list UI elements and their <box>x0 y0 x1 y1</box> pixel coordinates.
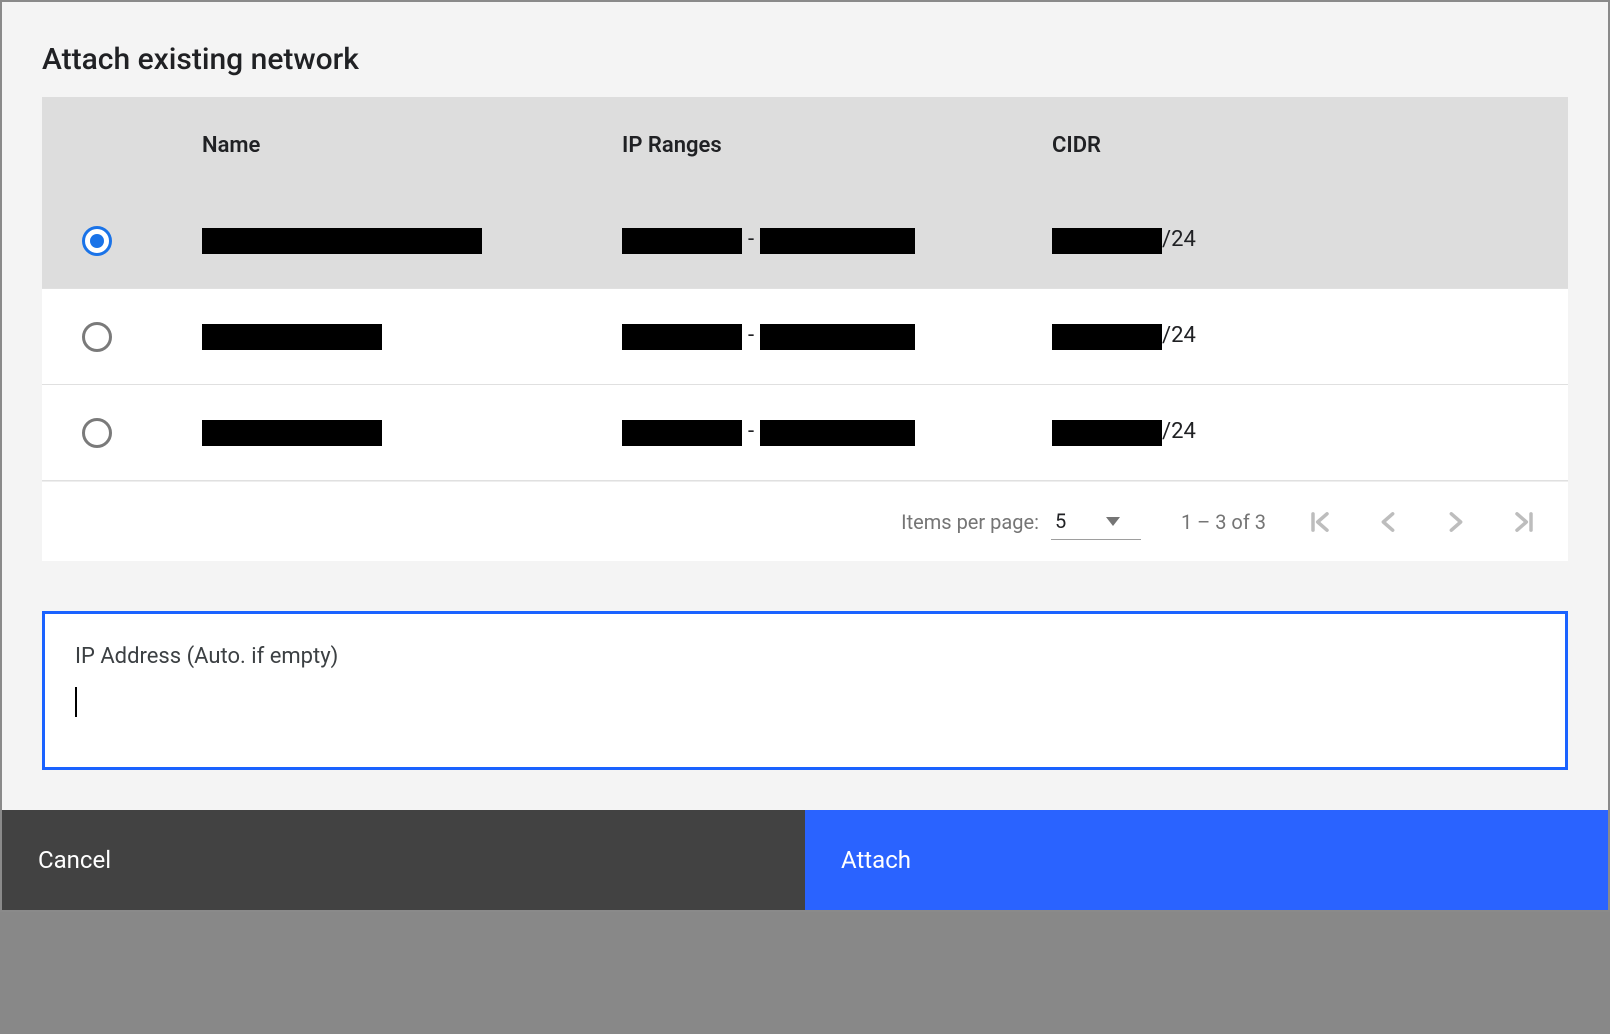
cidr-suffix: /24 <box>1162 227 1196 252</box>
redacted-text <box>760 324 915 350</box>
chevron-left-icon <box>1374 508 1402 536</box>
redacted-text <box>202 420 382 446</box>
row-cidr: /24 <box>1052 419 1568 445</box>
dialog-footer: Cancel Attach <box>2 810 1608 910</box>
redacted-text <box>202 228 482 254</box>
table-header-name: Name <box>202 133 622 158</box>
row-cidr: /24 <box>1052 227 1568 253</box>
row-ip-ranges: - <box>622 419 1052 445</box>
cancel-button[interactable]: Cancel <box>2 810 805 910</box>
network-table: Name IP Ranges CIDR - /24 <box>42 97 1568 561</box>
attach-network-dialog: Attach existing network Name IP Ranges C… <box>0 0 1610 912</box>
items-per-page-label: Items per page: <box>901 510 1039 534</box>
last-page-button[interactable] <box>1510 508 1538 536</box>
redacted-text <box>1052 324 1162 350</box>
redacted-text <box>1052 420 1162 446</box>
row-ip-ranges: - <box>622 227 1052 253</box>
row-ip-ranges: - <box>622 323 1052 349</box>
first-page-icon <box>1306 508 1334 536</box>
row-name <box>202 323 622 349</box>
ip-address-field[interactable]: IP Address (Auto. if empty) <box>42 611 1568 770</box>
redacted-text <box>622 228 742 254</box>
next-page-button[interactable] <box>1442 508 1470 536</box>
table-row[interactable]: - /24 <box>42 385 1568 481</box>
cidr-suffix: /24 <box>1162 323 1196 348</box>
last-page-icon <box>1510 508 1538 536</box>
items-per-page-select[interactable]: 5 <box>1051 503 1141 540</box>
first-page-button[interactable] <box>1306 508 1334 536</box>
redacted-text <box>760 420 915 446</box>
cidr-suffix: /24 <box>1162 419 1196 444</box>
table-row[interactable]: - /24 <box>42 193 1568 289</box>
row-name <box>202 227 622 253</box>
row-cidr: /24 <box>1052 323 1568 349</box>
table-row[interactable]: - /24 <box>42 289 1568 385</box>
attach-button[interactable]: Attach <box>805 810 1608 910</box>
table-header-ip-ranges: IP Ranges <box>622 133 1052 158</box>
row-radio[interactable] <box>82 322 112 352</box>
redacted-text <box>622 324 742 350</box>
dialog-title: Attach existing network <box>42 42 1568 77</box>
redacted-text <box>202 324 382 350</box>
redacted-text <box>760 228 915 254</box>
redacted-text <box>622 420 742 446</box>
chevron-down-icon <box>1106 517 1120 526</box>
ip-address-input[interactable] <box>77 688 1535 716</box>
prev-page-button[interactable] <box>1374 508 1402 536</box>
table-header-row: Name IP Ranges CIDR <box>42 97 1568 193</box>
pagination-range: 1 – 3 of 3 <box>1181 510 1266 534</box>
dialog-header: Attach existing network <box>2 2 1608 97</box>
paginator: Items per page: 5 1 – 3 of 3 <box>42 481 1568 561</box>
row-radio[interactable] <box>82 226 112 256</box>
row-radio[interactable] <box>82 418 112 448</box>
ip-address-label: IP Address (Auto. if empty) <box>75 644 1535 669</box>
table-header-cidr: CIDR <box>1052 133 1568 158</box>
chevron-right-icon <box>1442 508 1470 536</box>
redacted-text <box>1052 228 1162 254</box>
items-per-page-value: 5 <box>1055 509 1066 533</box>
row-name <box>202 419 622 445</box>
